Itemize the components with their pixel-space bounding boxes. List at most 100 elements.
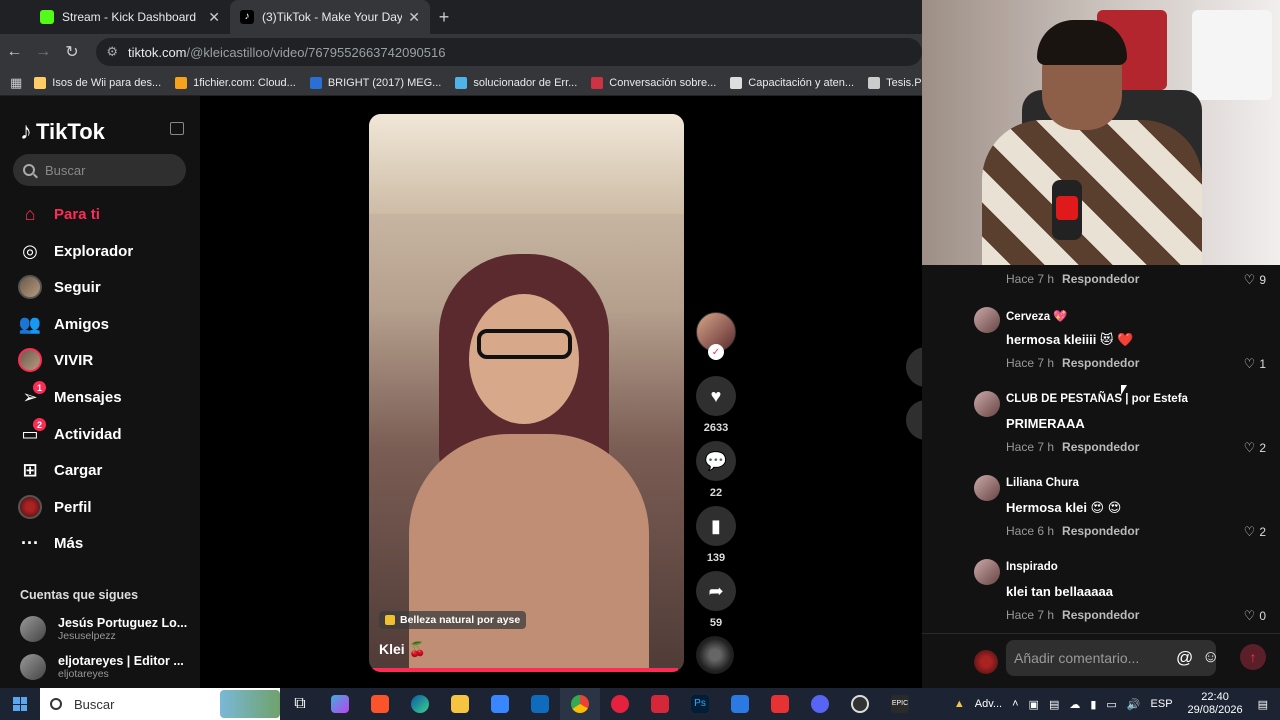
weather-icon[interactable]: ▲ [954, 698, 965, 710]
mention-icon[interactable]: @ [1176, 648, 1193, 668]
site-info-icon[interactable]: ⚙ [106, 44, 118, 60]
forward-icon[interactable]: → [29, 43, 58, 61]
close-tab-icon[interactable]: ✕ [208, 9, 220, 26]
language-indicator[interactable]: ESP [1151, 698, 1173, 710]
home-icon: ⌂ [24, 203, 36, 224]
bookmark-icon [455, 76, 468, 89]
following-account[interactable]: Jesús Portuguez Lo... Jesuselpezz [20, 616, 187, 642]
start-button[interactable] [0, 688, 40, 720]
heart-outline-icon: ♡ [1243, 440, 1256, 455]
emoji-icon[interactable]: ☺ [1202, 647, 1219, 667]
tab-tiktok[interactable]: ♪ (3)TikTok - Make Your Day ✕ [230, 0, 430, 34]
collapse-sidebar-icon[interactable] [170, 122, 184, 135]
comment-like-button[interactable]: ♡ 2 [1244, 524, 1266, 540]
app-icon[interactable] [640, 688, 680, 720]
comment-like-button[interactable]: ♡ 2 [1244, 440, 1266, 456]
avatar[interactable] [974, 391, 1000, 417]
share-button[interactable]: ➦ 59 [696, 571, 736, 629]
file-explorer-icon[interactable] [440, 688, 480, 720]
comment-like-button[interactable]: ♡ 0 [1244, 608, 1266, 624]
new-tab-button[interactable]: + [430, 0, 458, 34]
nav-mensajes[interactable]: ➢ 1 Mensajes [18, 381, 122, 412]
usb-icon[interactable]: ▮ [1090, 698, 1096, 711]
back-icon[interactable]: ← [0, 43, 29, 61]
music-disc-icon[interactable] [696, 636, 734, 674]
bookmark-item[interactable]: Conversación sobre... [591, 76, 716, 89]
following-account[interactable]: eljotareyes | Editor ... eljotareyes [20, 654, 184, 680]
copilot-icon[interactable] [320, 688, 360, 720]
nav-vivir[interactable]: VIVIR [18, 345, 93, 375]
search-box[interactable] [13, 154, 186, 186]
weather-label[interactable]: Adv... [975, 698, 1002, 710]
comment-like-button[interactable]: ♡ 1 [1244, 356, 1266, 372]
nav-cargar[interactable]: ⊞ Cargar [18, 455, 102, 485]
check-icon[interactable]: ✓ [708, 344, 724, 360]
reply-button[interactable]: Respondedor [1062, 608, 1139, 622]
tab-kick-dashboard[interactable]: Stream - Kick Dashboard ✕ [30, 0, 230, 34]
onedrive-icon[interactable]: ☁ [1069, 698, 1080, 711]
discord-icon[interactable] [800, 688, 840, 720]
reload-icon[interactable]: ↻ [58, 42, 87, 62]
address-bar[interactable]: ⚙ tiktok.com/@kleicastilloo/video/767955… [96, 38, 922, 66]
photoshop-icon[interactable]: Ps [680, 688, 720, 720]
taskbar-search[interactable]: Buscar [40, 688, 280, 720]
bookmark-item[interactable]: Tesis.PDF [868, 76, 922, 89]
app-icon[interactable] [720, 688, 760, 720]
comment-button[interactable]: 💬 22 [696, 441, 736, 499]
bookmark-item[interactable]: BRIGHT (2017) MEG... [309, 76, 441, 89]
epic-games-icon[interactable]: EPIC [880, 688, 920, 720]
bookmark-item[interactable]: 1fichier.com: Cloud... [175, 76, 296, 89]
reply-button[interactable]: Respondedor [1062, 440, 1139, 454]
avatar[interactable] [974, 475, 1000, 501]
volume-icon[interactable]: 🔊 [1127, 698, 1141, 711]
store-icon[interactable] [480, 688, 520, 720]
streamer-body [982, 120, 1202, 265]
tray-icon[interactable]: ▤ [1049, 698, 1059, 711]
network-icon[interactable]: ▭ [1106, 698, 1116, 711]
nav-amigos[interactable]: 👥 Amigos [18, 309, 109, 339]
nav-mas[interactable]: ··· Más [18, 528, 83, 558]
obs-icon[interactable] [840, 688, 880, 720]
tiktok-logo[interactable]: ♪ TikTok [20, 118, 105, 146]
reply-button[interactable]: Respondedor [1062, 524, 1139, 538]
close-tab-icon[interactable]: ✕ [408, 9, 420, 26]
outlook-icon[interactable] [520, 688, 560, 720]
search-input[interactable] [45, 162, 175, 178]
comment-username[interactable]: Cerveza 💖 [1006, 309, 1068, 323]
nav-actividad[interactable]: ▭ 2 Actividad [18, 418, 122, 449]
nav-perfil[interactable]: Perfil [18, 492, 92, 522]
browser-toolbar: ← → ↻ ⚙ tiktok.com/@kleicastilloo/video/… [0, 34, 922, 70]
media-player-icon[interactable] [600, 688, 640, 720]
comment-like-button[interactable]: ♡ 9 [1244, 272, 1266, 288]
post-comment-button[interactable]: ↑ [1240, 644, 1266, 670]
notifications-icon[interactable]: ▤ [1258, 698, 1268, 711]
reply-button[interactable]: Respondedor [1062, 356, 1139, 370]
bookmark-item[interactable]: solucionador de Err... [455, 76, 577, 89]
nav-explorador[interactable]: ◎ Explorador [18, 236, 133, 266]
brave-icon[interactable] [360, 688, 400, 720]
clock[interactable]: 22:40 29/08/2026 [1188, 691, 1243, 717]
chrome-icon[interactable] [560, 688, 600, 720]
video-player[interactable]: Belleza natural por ayse Klei 🍒 [369, 114, 684, 672]
avatar[interactable] [974, 559, 1000, 585]
avatar[interactable] [974, 307, 1000, 333]
like-button[interactable]: ♥ 2633 [696, 376, 736, 434]
edge-icon[interactable] [400, 688, 440, 720]
chevron-up-icon[interactable]: ˄ [1012, 698, 1018, 710]
tray-icon[interactable]: ▣ [1029, 698, 1039, 711]
apps-grid-icon[interactable]: ▦ [10, 75, 22, 91]
save-button[interactable]: ▮ 139 [696, 506, 736, 564]
task-view-icon[interactable]: ⧉ [280, 688, 320, 720]
bookmark-item[interactable]: Capacitación y aten... [730, 76, 854, 89]
video-author[interactable]: Klei 🍒 [379, 641, 426, 658]
comment-username[interactable]: Liliana Chura [1006, 477, 1079, 489]
effect-tag[interactable]: Belleza natural por ayse [379, 611, 527, 629]
nav-seguir[interactable]: Seguir [18, 272, 101, 302]
video-progress-bar[interactable] [369, 668, 678, 672]
comment-username[interactable]: Inspirado [1006, 561, 1058, 573]
comment-username[interactable]: CLUB DE PESTAÑAS | por Estefa [1006, 393, 1188, 405]
wps-icon[interactable] [760, 688, 800, 720]
nav-para-ti[interactable]: ⌂ Para ti [18, 199, 100, 229]
bookmark-item[interactable]: Isos de Wii para des... [34, 76, 161, 89]
reply-button[interactable]: Respondedor [1062, 272, 1139, 286]
